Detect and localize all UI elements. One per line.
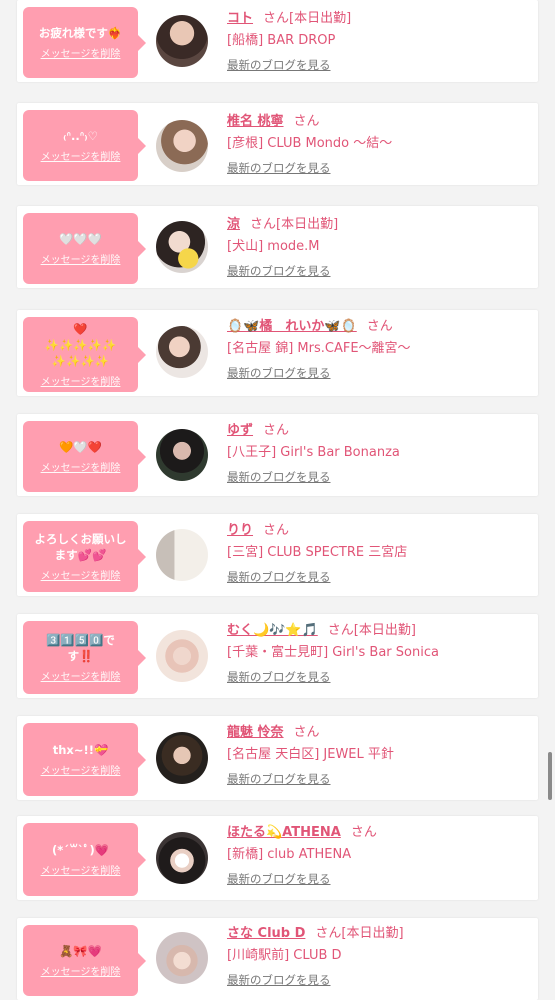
- avatar[interactable]: [156, 429, 208, 481]
- avatar[interactable]: [156, 15, 208, 67]
- latest-blog-link[interactable]: 最新のブログを見る: [227, 569, 331, 585]
- delete-message-link[interactable]: メッセージを削除: [41, 251, 121, 266]
- latest-blog-link[interactable]: 最新のブログを見る: [227, 771, 331, 787]
- cast-name-link[interactable]: ゆず: [227, 423, 253, 438]
- message-text: ₍ᐢ..ᐢ₎♡: [63, 129, 98, 143]
- honorific: さん: [350, 825, 377, 840]
- avatar[interactable]: [156, 832, 208, 884]
- honorific: さん: [263, 423, 290, 438]
- cast-name-link[interactable]: ほたる💫ATHENA: [227, 825, 341, 840]
- message-bubble: よろしくお願いし ます💕💕 メッセージを削除: [23, 521, 146, 592]
- list-item: 🤍🤍🤍 メッセージを削除 涼さん[本日出勤] [犬山] mode.M 最新のブロ…: [17, 206, 538, 288]
- message-text: お疲れ様です❤️‍🔥: [38, 26, 123, 40]
- message-text: よろしくお願いし ます💕💕: [34, 532, 127, 562]
- latest-blog-link[interactable]: 最新のブログを見る: [227, 365, 331, 381]
- on-duty-badge: [本日出勤]: [289, 11, 352, 26]
- honorific: さん: [293, 114, 320, 129]
- delete-message-link[interactable]: メッセージを削除: [41, 963, 121, 978]
- message-bubble: ❤️ ✨✨✨✨✨ ✨✨✨✨ メッセージを削除: [23, 317, 146, 392]
- honorific: さん: [315, 926, 342, 941]
- list-item: よろしくお願いし ます💕💕 メッセージを削除 りり さん [三宮] CLUB SP…: [17, 514, 538, 596]
- list-item: 3️⃣1️⃣5️⃣0️⃣で す‼️ メッセージを削除 むく🌙🎶⭐🎵 さん[本日出勤…: [17, 614, 538, 698]
- honorific: さん: [366, 319, 393, 334]
- shop-name: [千葉・富士見町] Girl's Bar Sonica: [227, 645, 439, 660]
- honorific: さん: [293, 725, 320, 740]
- message-text: 3️⃣1️⃣5️⃣0️⃣で す‼️: [46, 633, 115, 663]
- message-text: 🧡🤍❤️: [59, 440, 102, 454]
- avatar[interactable]: [156, 529, 208, 581]
- avatar[interactable]: [156, 732, 208, 784]
- message-bubble: 3️⃣1️⃣5️⃣0️⃣で す‼️ メッセージを削除: [23, 621, 146, 694]
- shop-name: [犬山] mode.M: [227, 239, 320, 254]
- list-item: thx~!!💝 メッセージを削除 龍魅 怜奈 さん [名古屋 天白区] JEWEL…: [17, 716, 538, 800]
- message-bubble: 🧡🤍❤️ メッセージを削除: [23, 421, 146, 492]
- delete-message-link[interactable]: メッセージを削除: [41, 762, 121, 777]
- list-item: ₍ᐢ..ᐢ₎♡ メッセージを削除 椎名 桃寧 さん [彦根] CLUB Mondo…: [17, 103, 538, 185]
- delete-message-link[interactable]: メッセージを削除: [41, 668, 121, 683]
- latest-blog-link[interactable]: 最新のブログを見る: [227, 263, 331, 279]
- message-text: 🧸🎀💗: [59, 944, 102, 958]
- on-duty-badge: [本日出勤]: [276, 217, 339, 232]
- cast-name-link[interactable]: さな Club D: [227, 926, 305, 941]
- message-bubble: ₍ᐢ..ᐢ₎♡ メッセージを削除: [23, 110, 146, 181]
- shop-name: [彦根] CLUB Mondo 〜結〜: [227, 136, 393, 151]
- delete-message-link[interactable]: メッセージを削除: [41, 459, 121, 474]
- delete-message-link[interactable]: メッセージを削除: [41, 567, 121, 582]
- list-item: お疲れ様です❤️‍🔥 メッセージを削除 コト さん[本日出勤] [船橋] BAR …: [17, 0, 538, 82]
- cast-name-link[interactable]: コト: [227, 11, 253, 26]
- message-text: 🤍🤍🤍: [59, 232, 102, 246]
- list-item: 🧸🎀💗 メッセージを削除 さな Club D さん[本日出勤] [川崎駅前] CL…: [17, 918, 538, 1000]
- shop-name: [名古屋 錦] Mrs.CAFE〜離宮〜: [227, 341, 411, 356]
- message-bubble: 🤍🤍🤍 メッセージを削除: [23, 213, 146, 284]
- latest-blog-link[interactable]: 最新のブログを見る: [227, 669, 331, 685]
- cast-name-link[interactable]: 涼: [227, 217, 240, 232]
- delete-message-link[interactable]: メッセージを削除: [41, 862, 121, 877]
- shop-name: [船橋] BAR DROP: [227, 33, 336, 48]
- cast-name-link[interactable]: むく🌙🎶⭐🎵: [227, 623, 318, 638]
- list-item: 🧡🤍❤️ メッセージを削除 ゆず さん [八王子] Girl's Bar Bona…: [17, 414, 538, 496]
- message-bubble: お疲れ様です❤️‍🔥 メッセージを削除: [23, 7, 146, 78]
- latest-blog-link[interactable]: 最新のブログを見る: [227, 469, 331, 485]
- honorific: さん: [250, 217, 277, 232]
- message-text: (*´꒳`ﾟ)💗: [51, 843, 110, 857]
- shop-name: [名古屋 天白区] JEWEL 平針: [227, 747, 394, 762]
- shop-name: [八王子] Girl's Bar Bonanza: [227, 445, 400, 460]
- cast-name-link[interactable]: りり: [227, 523, 253, 538]
- avatar[interactable]: [156, 326, 208, 378]
- avatar[interactable]: [156, 221, 208, 273]
- honorific: さん: [263, 11, 290, 26]
- honorific: さん: [263, 523, 290, 538]
- message-bubble: 🧸🎀💗 メッセージを削除: [23, 925, 146, 996]
- shop-name: [新橋] club ATHENA: [227, 847, 352, 862]
- latest-blog-link[interactable]: 最新のブログを見る: [227, 160, 331, 176]
- latest-blog-link[interactable]: 最新のブログを見る: [227, 871, 331, 887]
- delete-message-link[interactable]: メッセージを削除: [41, 373, 121, 388]
- cast-name-link[interactable]: 椎名 桃寧: [227, 114, 284, 129]
- message-bubble: (*´꒳`ﾟ)💗 メッセージを削除: [23, 823, 146, 896]
- message-text: ❤️ ✨✨✨✨✨ ✨✨✨✨: [44, 322, 117, 368]
- latest-blog-link[interactable]: 最新のブログを見る: [227, 972, 331, 988]
- latest-blog-link[interactable]: 最新のブログを見る: [227, 57, 331, 73]
- honorific: さん: [327, 623, 354, 638]
- cast-name-link[interactable]: 🪞🦋橘 れいか🦋🪞: [227, 319, 357, 334]
- scrollbar[interactable]: [548, 752, 552, 800]
- on-duty-badge: [本日出勤]: [353, 623, 416, 638]
- message-bubble: thx~!!💝 メッセージを削除: [23, 723, 146, 796]
- delete-message-link[interactable]: メッセージを削除: [41, 45, 121, 60]
- delete-message-link[interactable]: メッセージを削除: [41, 148, 121, 163]
- list-item: (*´꒳`ﾟ)💗 メッセージを削除 ほたる💫ATHENA さん [新橋] club…: [17, 816, 538, 900]
- on-duty-badge: [本日出勤]: [341, 926, 404, 941]
- message-text: thx~!!💝: [52, 743, 109, 757]
- avatar[interactable]: [156, 120, 208, 172]
- avatar[interactable]: [156, 630, 208, 682]
- list-item: ❤️ ✨✨✨✨✨ ✨✨✨✨ メッセージを削除 🪞🦋橘 れいか🦋🪞 さん [名古屋 …: [17, 310, 538, 396]
- shop-name: [川崎駅前] CLUB D: [227, 948, 342, 963]
- shop-name: [三宮] CLUB SPECTRE 三宮店: [227, 545, 408, 560]
- avatar[interactable]: [156, 932, 208, 984]
- cast-name-link[interactable]: 龍魅 怜奈: [227, 725, 284, 740]
